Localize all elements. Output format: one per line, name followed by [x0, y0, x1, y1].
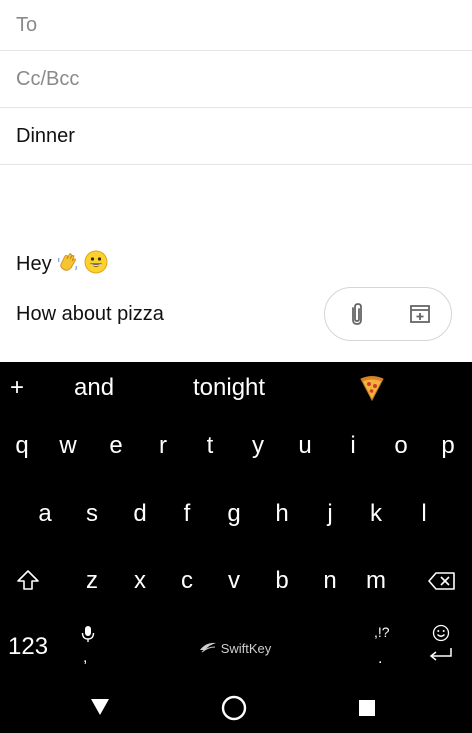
- suggestion-add-button[interactable]: +: [10, 374, 24, 402]
- key-v[interactable]: v: [214, 567, 254, 595]
- key-p[interactable]: p: [428, 432, 468, 460]
- recents-icon[interactable]: [358, 699, 376, 722]
- body-line-hey[interactable]: Hey: [16, 250, 108, 278]
- key-a[interactable]: a: [25, 500, 65, 528]
- enter-icon[interactable]: [428, 646, 454, 664]
- shift-icon[interactable]: [16, 569, 40, 596]
- key-z[interactable]: z: [72, 567, 112, 595]
- key-j[interactable]: j: [310, 500, 350, 528]
- key-o[interactable]: o: [381, 432, 421, 460]
- key-h[interactable]: h: [262, 500, 302, 528]
- key-w[interactable]: w: [48, 432, 88, 460]
- pizza-emoji[interactable]: [358, 374, 386, 407]
- emoji-key-icon[interactable]: [432, 624, 450, 642]
- home-icon[interactable]: [221, 695, 247, 726]
- space-bar-brand: SwiftKey: [220, 640, 272, 656]
- key-q[interactable]: q: [2, 432, 42, 460]
- key-d[interactable]: d: [120, 500, 160, 528]
- backspace-icon[interactable]: [428, 571, 456, 596]
- key-r[interactable]: r: [143, 432, 183, 460]
- comma-key[interactable]: ,: [83, 649, 87, 667]
- body-text-hey: Hey: [16, 252, 52, 275]
- swiftkey-logo-icon: [199, 641, 217, 656]
- suggestion-bar: + and tonight: [0, 362, 472, 416]
- attachment-pill: [324, 287, 452, 341]
- suggestion-and[interactable]: and: [74, 374, 114, 402]
- cc-bcc-field[interactable]: Cc/Bcc: [0, 52, 472, 108]
- numbers-key[interactable]: 123: [8, 633, 48, 661]
- key-s[interactable]: s: [72, 500, 112, 528]
- navigation-bar: [0, 685, 472, 733]
- subject-field[interactable]: Dinner: [0, 109, 472, 165]
- key-c[interactable]: c: [167, 567, 207, 595]
- period-key[interactable]: .: [378, 650, 382, 668]
- key-g[interactable]: g: [214, 500, 254, 528]
- key-x[interactable]: x: [120, 567, 160, 595]
- keyboard: + and tonight q w e r t y u i o p a s d …: [0, 362, 472, 733]
- insert-box-icon[interactable]: [402, 296, 438, 332]
- microphone-icon[interactable]: [78, 624, 98, 644]
- space-bar[interactable]: SwiftKey: [150, 630, 320, 666]
- key-t[interactable]: t: [190, 432, 230, 460]
- suggestion-tonight[interactable]: tonight: [193, 374, 265, 402]
- key-l[interactable]: l: [404, 500, 444, 528]
- key-m[interactable]: m: [356, 567, 396, 595]
- back-icon[interactable]: [89, 697, 111, 722]
- key-n[interactable]: n: [310, 567, 350, 595]
- key-b[interactable]: b: [262, 567, 302, 595]
- paperclip-icon[interactable]: [339, 296, 375, 332]
- key-y[interactable]: y: [238, 432, 278, 460]
- key-f[interactable]: f: [167, 500, 207, 528]
- to-field[interactable]: To: [0, 0, 472, 51]
- punctuation-key-label[interactable]: ,!?: [374, 624, 390, 640]
- key-u[interactable]: u: [285, 432, 325, 460]
- key-k[interactable]: k: [356, 500, 396, 528]
- key-i[interactable]: i: [333, 432, 373, 460]
- grinning-face-emoji: [84, 250, 108, 278]
- body-line-pizza[interactable]: How about pizza: [16, 303, 164, 326]
- waving-hand-emoji: [56, 250, 80, 278]
- key-e[interactable]: e: [96, 432, 136, 460]
